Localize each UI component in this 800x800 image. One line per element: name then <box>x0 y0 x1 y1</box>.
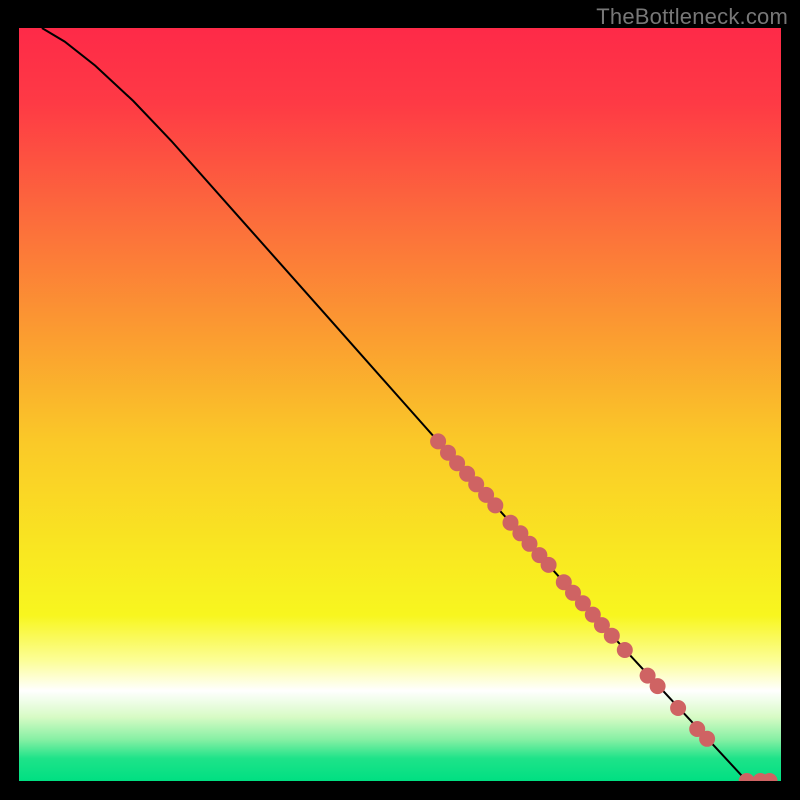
data-point <box>487 497 503 513</box>
plot-area <box>19 28 781 781</box>
data-point <box>699 731 715 747</box>
chart-overlay <box>19 28 781 781</box>
data-point <box>670 700 686 716</box>
trend-line <box>42 28 747 781</box>
data-point <box>650 678 666 694</box>
chart-stage: TheBottleneck.com <box>0 0 800 800</box>
data-point <box>604 628 620 644</box>
data-point <box>541 557 557 573</box>
attribution-text: TheBottleneck.com <box>596 4 788 30</box>
data-point <box>617 642 633 658</box>
data-points <box>430 433 777 781</box>
